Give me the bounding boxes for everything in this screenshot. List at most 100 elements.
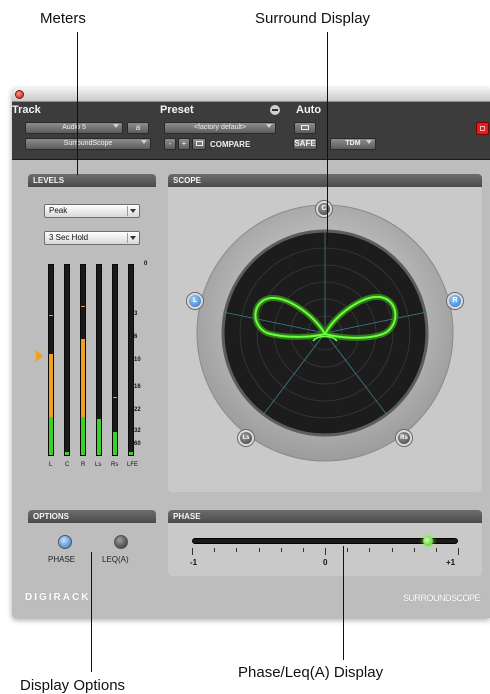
auto-section-title: Auto xyxy=(296,104,322,116)
speaker-center-button[interactable]: C xyxy=(316,201,332,217)
phase-scale-tick xyxy=(214,548,216,552)
speaker-left-surround-button[interactable]: Ls xyxy=(238,430,254,446)
track-name: Audio 5 xyxy=(62,124,86,131)
channel-label: C xyxy=(65,462,70,468)
level-meter xyxy=(48,264,54,456)
scope-panel-title: SCOPE xyxy=(168,174,482,187)
phase-scale-tick xyxy=(347,548,349,552)
peak-hold-indicator xyxy=(49,315,53,317)
previous-preset-button[interactable]: - xyxy=(164,138,176,150)
format-selector[interactable]: TDM xyxy=(330,138,376,150)
channel-selector-button[interactable]: a xyxy=(127,122,149,134)
level-meter xyxy=(112,264,118,456)
surround-display-callout: Surround Display xyxy=(255,10,371,27)
leq-option-button[interactable] xyxy=(114,535,128,549)
surroundscope-plugin-window: Track Audio 5 a SurroundScope Preset <fa… xyxy=(12,88,490,618)
phase-leq-leader-line xyxy=(343,546,344,660)
speaker-right-button[interactable]: R xyxy=(447,293,463,309)
display-options-leader-line xyxy=(91,552,92,672)
chevron-down-icon xyxy=(141,140,147,144)
phase-option-button[interactable] xyxy=(58,535,72,549)
track-name-selector[interactable]: Audio 5 xyxy=(25,122,123,134)
format-name: TDM xyxy=(345,140,361,147)
safe-button[interactable]: SAFE xyxy=(293,138,317,150)
preset-menu-button[interactable] xyxy=(270,105,280,115)
phase-scale-left: -1 xyxy=(190,558,198,567)
level-meter-fill xyxy=(81,339,85,455)
close-window-button[interactable] xyxy=(15,90,24,99)
peak-hold-value: 3 Sec Hold xyxy=(49,233,89,242)
bypass-icon xyxy=(480,126,485,131)
phase-scale-tick xyxy=(458,548,459,555)
phase-scale-tick xyxy=(391,548,393,552)
phase-panel: PHASE -1 0 +1 xyxy=(168,510,482,576)
level-scale-tick: 0 xyxy=(144,261,148,267)
phase-leq-display-callout: Phase/Leq(A) Display xyxy=(238,664,384,681)
level-scale-tick: -22 xyxy=(132,406,141,413)
level-meter xyxy=(96,264,102,456)
insert-selector[interactable]: SurroundScope xyxy=(25,138,151,150)
next-preset-button[interactable]: + xyxy=(178,138,190,150)
levels-panel: LEVELS Peak 3 Sec Hold 0 -3 -6 -10 -16 -22 -32… xyxy=(28,174,156,492)
copy-icon xyxy=(195,141,203,146)
speaker-left-button[interactable]: L xyxy=(187,293,203,309)
phase-panel-title: PHASE xyxy=(168,510,482,523)
preset-selector[interactable]: <factory default> xyxy=(164,122,276,134)
surround-display-leader-line xyxy=(327,32,328,244)
copy-settings-button[interactable] xyxy=(192,138,206,150)
chevron-down-icon xyxy=(127,206,137,216)
phase-scale-tick xyxy=(192,548,193,555)
level-scale-tick: -60 xyxy=(132,441,141,448)
minus-icon xyxy=(272,109,278,111)
peak-hold-dropdown[interactable]: 3 Sec Hold xyxy=(44,231,140,245)
phase-scale-tick xyxy=(413,548,415,552)
channel-label: R xyxy=(81,462,86,468)
phase-scale-tick xyxy=(325,548,326,555)
meter-mode-value: Peak xyxy=(49,206,68,215)
speaker-right-surround-button[interactable]: Rs xyxy=(396,430,412,446)
channel-label: LFE xyxy=(127,462,139,468)
phase-scale-tick xyxy=(369,548,371,552)
chevron-down-icon xyxy=(127,233,137,243)
preset-section-title: Preset xyxy=(160,104,194,116)
level-meter-floor xyxy=(129,452,133,455)
meter-reference-marker-icon[interactable] xyxy=(36,350,43,362)
phase-scale-right: +1 xyxy=(446,558,456,567)
insert-name: SurroundScope xyxy=(63,140,113,147)
automation-enable-button[interactable] xyxy=(294,122,316,134)
level-meter xyxy=(64,264,70,456)
level-meter xyxy=(80,264,86,456)
automation-window-icon xyxy=(301,125,309,130)
compare-button[interactable]: COMPARE xyxy=(210,140,250,149)
surroundscope-brand: SURROUNDSCOPE xyxy=(402,593,481,603)
phase-scale-tick xyxy=(302,548,304,552)
meters-callout: Meters xyxy=(40,10,86,27)
leq-option-label: LEQ(A) xyxy=(102,555,129,564)
meter-mode-dropdown[interactable]: Peak xyxy=(44,204,140,218)
display-options-callout: Display Options xyxy=(20,677,126,694)
level-meter-fill xyxy=(97,418,101,455)
phase-option-label: PHASE xyxy=(48,555,76,564)
level-meter-fill xyxy=(49,354,53,455)
track-section-title: Track xyxy=(12,104,41,116)
chevron-down-icon xyxy=(366,140,372,144)
peak-hold-indicator xyxy=(81,305,85,307)
levels-panel-title: LEVELS xyxy=(28,174,156,187)
scope-panel: SCOPE C L R Ls Rs xyxy=(168,174,482,492)
bypass-button[interactable] xyxy=(476,122,489,135)
options-panel-title: OPTIONS xyxy=(28,510,156,523)
level-scale-tick: -3 xyxy=(132,310,138,317)
level-scale-tick: -10 xyxy=(132,357,141,363)
phase-scale-center: 0 xyxy=(323,558,328,567)
chevron-down-icon xyxy=(113,124,119,128)
options-panel: OPTIONS PHASE LEQ(A) xyxy=(28,510,156,576)
channel-label: L xyxy=(49,462,53,468)
preset-name: <factory default> xyxy=(193,124,247,131)
plugin-header: Track Audio 5 a SurroundScope Preset <fa… xyxy=(12,102,490,160)
level-scale-tick: -32 xyxy=(132,428,141,435)
chevron-down-icon xyxy=(266,124,272,128)
channel-label: Ls xyxy=(95,462,102,468)
digirack-brand: DIGIRACK xyxy=(25,592,91,603)
channel-label: Rs xyxy=(111,462,119,468)
level-meter-fill xyxy=(113,432,117,455)
